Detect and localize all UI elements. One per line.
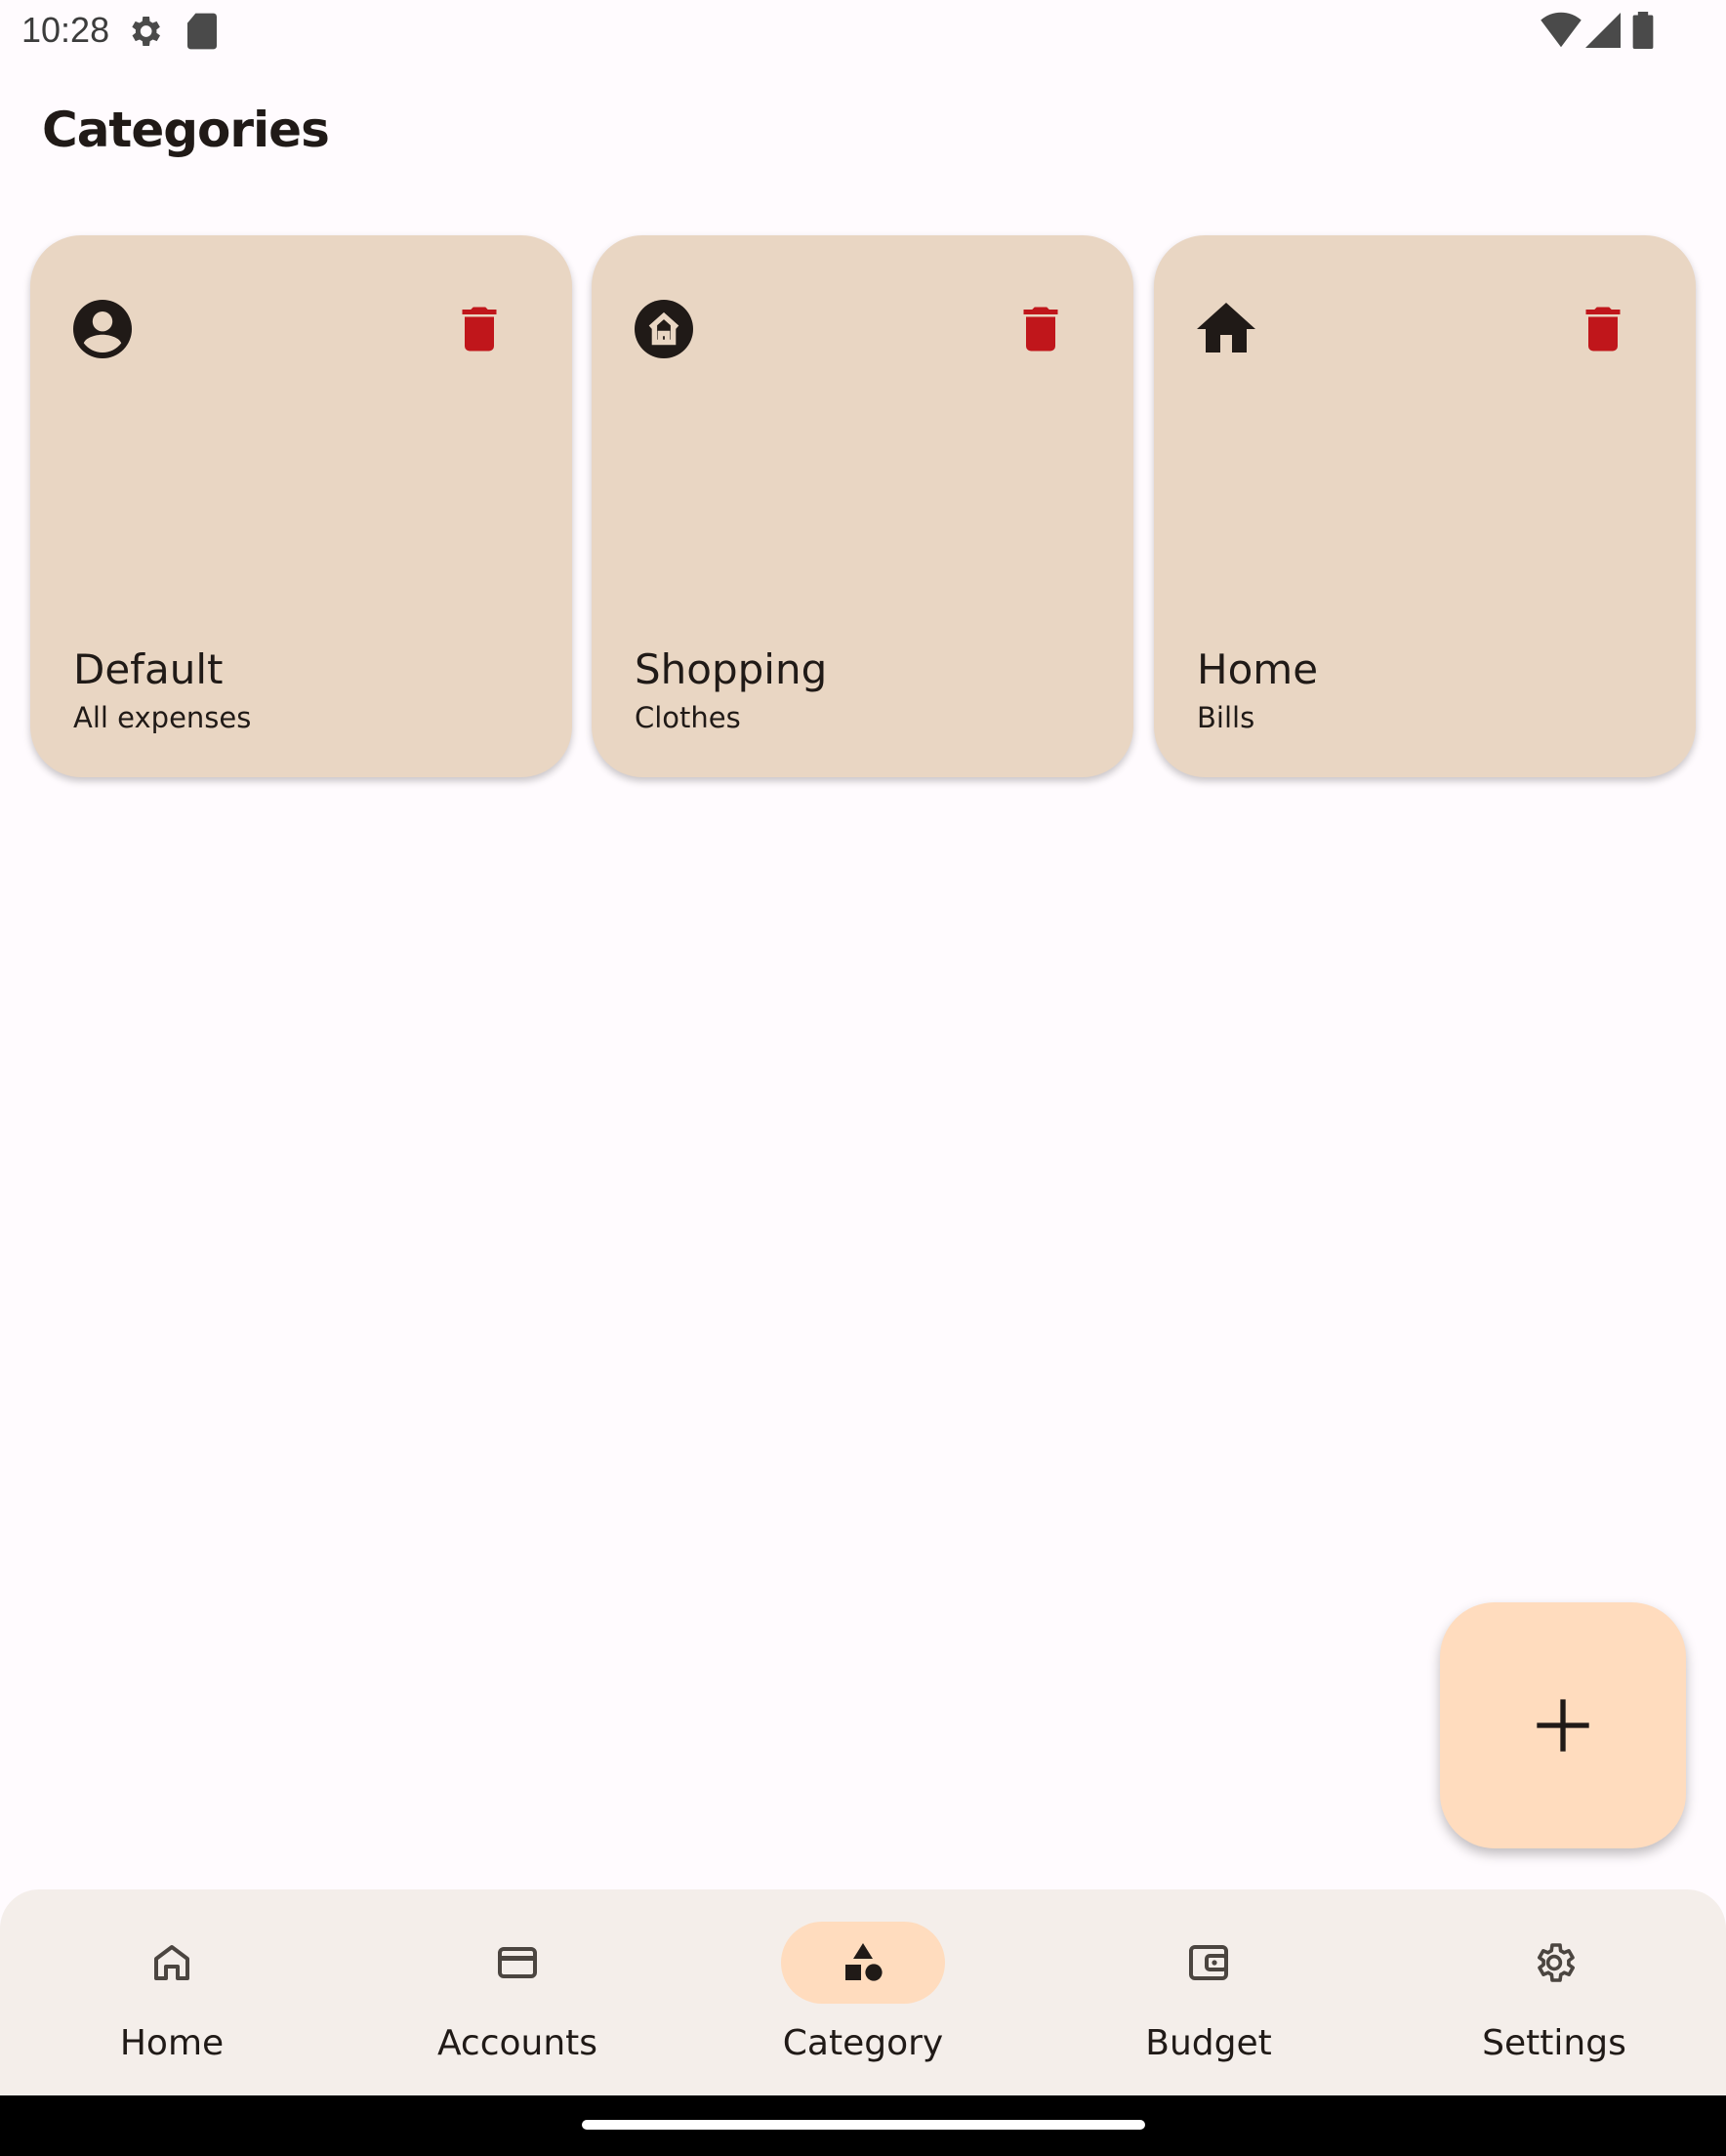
- gesture-handle[interactable]: [582, 2120, 1145, 2130]
- nav-item-settings[interactable]: Settings: [1408, 1889, 1701, 2095]
- category-card[interactable]: Default All expenses: [30, 235, 572, 777]
- add-category-button[interactable]: [1440, 1602, 1686, 1848]
- nav-item-accounts[interactable]: Accounts: [371, 1889, 664, 2095]
- category-card[interactable]: Home Bills: [1154, 235, 1696, 777]
- category-subtitle: Clothes: [635, 701, 741, 734]
- delete-icon[interactable]: [1574, 298, 1632, 360]
- sd-card-icon: [185, 12, 219, 55]
- category-name: Default: [73, 645, 224, 693]
- category-name: Home: [1197, 645, 1319, 693]
- bottom-navigation: Home Accounts Category Budget Settings: [0, 1889, 1726, 2095]
- home-circle-icon: [629, 294, 699, 364]
- home-outline-icon: [148, 1939, 195, 1986]
- nav-label: Home: [119, 2023, 225, 2063]
- delete-icon[interactable]: [450, 298, 509, 360]
- category-shapes-icon: [840, 1939, 886, 1986]
- credit-card-icon: [494, 1939, 541, 1986]
- account-circle-icon: [67, 294, 138, 364]
- category-subtitle: All expenses: [73, 701, 252, 734]
- page-title: Categories: [42, 102, 330, 158]
- status-bar: 10:28: [0, 0, 1726, 62]
- wallet-icon: [1185, 1939, 1232, 1986]
- nav-item-category[interactable]: Category: [717, 1889, 1009, 2095]
- category-card[interactable]: Shopping Clothes: [592, 235, 1133, 777]
- status-time: 10:28: [21, 10, 110, 50]
- home-icon: [1191, 294, 1261, 364]
- plus-icon: [1537, 1699, 1589, 1752]
- nav-label: Budget: [1145, 2023, 1272, 2063]
- delete-icon[interactable]: [1011, 298, 1070, 360]
- settings-icon: [1531, 1939, 1578, 1986]
- wifi-icon: [1541, 12, 1582, 53]
- nav-label: Category: [782, 2023, 944, 2063]
- settings-gear-icon: [125, 12, 164, 55]
- nav-item-budget[interactable]: Budget: [1062, 1889, 1355, 2095]
- signal-icon: [1585, 12, 1621, 53]
- category-subtitle: Bills: [1197, 701, 1255, 734]
- nav-label: Accounts: [436, 2023, 598, 2063]
- category-name: Shopping: [635, 645, 828, 693]
- battery-icon: [1632, 12, 1654, 53]
- nav-label: Settings: [1482, 2023, 1626, 2063]
- nav-item-home[interactable]: Home: [25, 1889, 318, 2095]
